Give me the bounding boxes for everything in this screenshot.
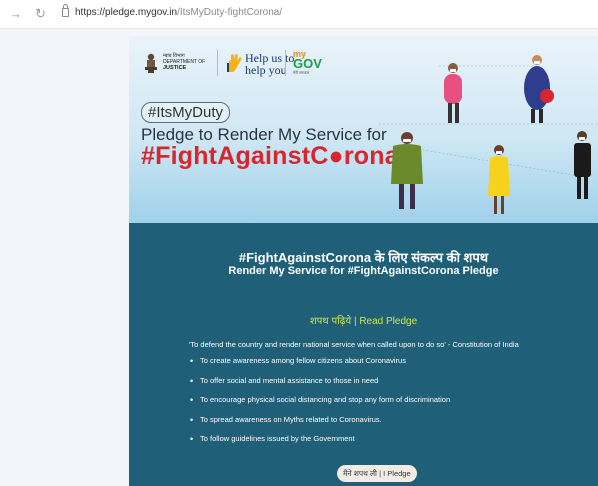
constitution-quote: 'To defend the country and render nation… xyxy=(189,340,519,349)
national-emblem-icon xyxy=(145,53,157,73)
pledge-list: To create awareness among fellow citizen… xyxy=(190,356,450,454)
i-pledge-button[interactable]: मैंने शपथ ली | I Pledge xyxy=(337,465,417,482)
browser-toolbar: → ↻ https://pledge.mygov.in/ItsMyDuty-fi… xyxy=(0,0,598,29)
list-item: To spread awareness on Myths related to … xyxy=(190,415,450,435)
list-item: To follow guidelines issued by the Gover… xyxy=(190,434,450,454)
doj-line2: JUSTICE xyxy=(163,65,187,71)
pledge-heading-english: Render My Service for #FightAgainstCoron… xyxy=(228,265,499,277)
arrow-left-icon[interactable]: → xyxy=(9,6,22,22)
pledge-heading-hindi: #FightAgainstCorona के लिए संकल्प की शपथ xyxy=(238,250,489,265)
masked-people-illustration xyxy=(379,55,598,214)
helping-hand-icon xyxy=(227,54,242,72)
hashtag-chip: #ItsMyDuty xyxy=(141,102,231,123)
help-us-logo: Help us to help you xyxy=(245,52,294,76)
url-domain: https://pledge.mygov.in xyxy=(75,7,178,18)
pledge-page: न्याय विभाग DEPARTMENT OF JUSTICE Help u… xyxy=(129,36,598,486)
logo-divider xyxy=(217,50,218,76)
url-path: /ItsMyDuty-fightCorona/ xyxy=(177,7,283,18)
logo-divider xyxy=(285,50,286,76)
campaign-banner: न्याय विभाग DEPARTMENT OF JUSTICE Help u… xyxy=(129,36,598,223)
helpus-line2: help you xyxy=(245,63,287,77)
mygov-bottom: GOV xyxy=(293,56,322,71)
reload-icon[interactable]: ↻ xyxy=(35,6,46,22)
read-pledge-label: शपथ पढ़िये | Read Pledge xyxy=(309,316,418,327)
address-bar[interactable]: https://pledge.mygov.in/ItsMyDuty-fightC… xyxy=(75,7,282,18)
list-item: To encourage physical social distancing … xyxy=(190,395,450,415)
department-of-justice-logo: न्याय विभाग DEPARTMENT OF JUSTICE xyxy=(163,53,205,71)
list-item: To offer social and mental assistance to… xyxy=(190,376,450,396)
fight-against-corona-title: #FightAgainstC●rona xyxy=(141,142,399,170)
lock-icon[interactable] xyxy=(62,4,69,17)
mygov-logo: my GOV मेरी सरकार xyxy=(293,50,323,78)
list-item: To create awareness among fellow citizen… xyxy=(190,356,450,376)
